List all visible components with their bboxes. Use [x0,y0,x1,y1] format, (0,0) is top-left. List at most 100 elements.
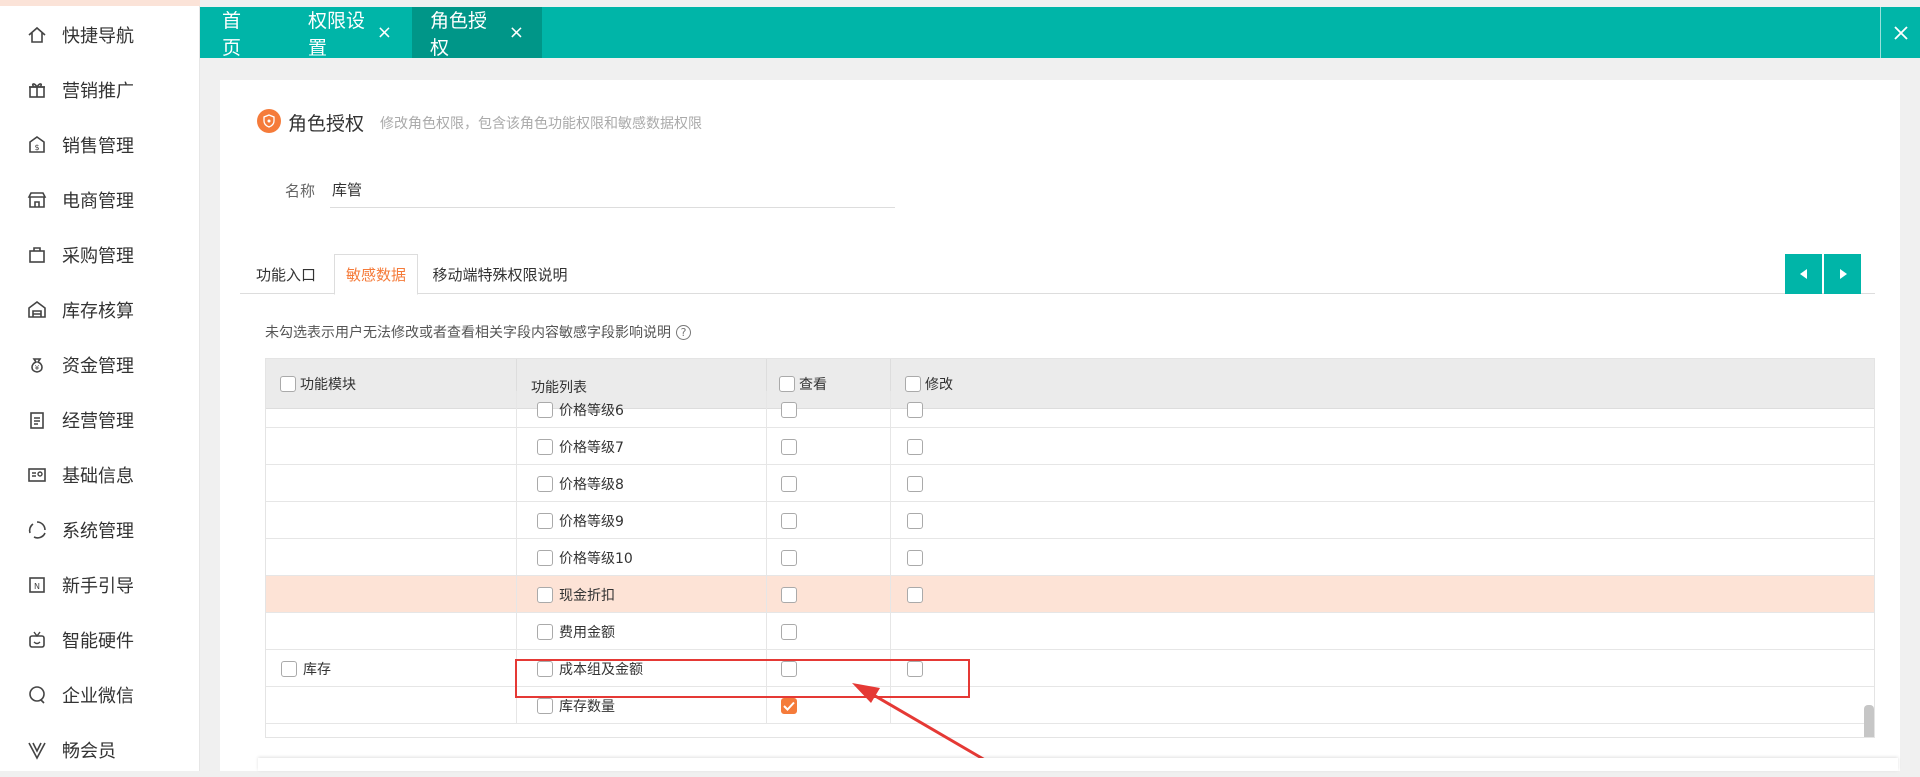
view-checkbox[interactable] [781,660,797,677]
edit-cell [890,428,1014,465]
item-checkbox[interactable] [537,586,553,603]
table-row: 价格等级6 [266,391,1874,428]
view-checkbox[interactable] [781,549,797,566]
item-name: 现金折扣 [559,587,615,604]
item-name: 价格等级10 [559,550,633,567]
sidebar-item-7[interactable]: 经营管理 [0,392,200,447]
sub-tab-bar: 功能入口 敏感数据 移动端特殊权限说明 [240,254,1875,295]
view-checkbox[interactable] [781,401,797,418]
edit-cell [890,650,1014,687]
select-all-edit-checkbox[interactable] [905,376,921,392]
sidebar-item-2[interactable]: $ 销售管理 [0,117,200,172]
sidebar-item-label: 库存核算 [62,300,134,322]
svg-text:$: $ [34,143,39,152]
edit-cell [890,539,1014,576]
sidebar-item-1[interactable]: 营销推广 [0,62,200,117]
edit-checkbox[interactable] [907,549,923,566]
module-cell: 库存 [281,650,331,687]
item-checkbox[interactable] [537,438,553,455]
bag-icon [26,244,48,266]
view-checkbox[interactable] [781,438,797,455]
select-all-view-checkbox[interactable] [779,376,795,392]
sidebar-item-4[interactable]: 采购管理 [0,227,200,282]
sidebar-item-label: 智能硬件 [62,630,134,652]
sidebar-item-label: 基础信息 [62,465,134,487]
item-checkbox[interactable] [537,401,553,418]
sidebar-item-label: 营销推广 [62,80,134,102]
item-checkbox[interactable] [537,623,553,640]
item-cell: 价格等级6 [516,391,766,428]
table-row: 费用金额 [266,613,1874,650]
table-scrollbar[interactable] [1864,705,1874,737]
sidebar-item-label: 销售管理 [62,135,134,157]
sidebar-item-10[interactable]: N 新手引导 [0,557,200,612]
view-checkbox[interactable] [781,623,797,640]
sidebar-item-8[interactable]: 基础信息 [0,447,200,502]
select-all-modules-checkbox[interactable] [280,376,296,392]
smart-device-icon [26,629,48,651]
item-cell: 价格等级8 [516,465,766,502]
edit-checkbox[interactable] [907,660,923,677]
view-checkbox[interactable] [781,586,797,603]
item-checkbox[interactable] [537,512,553,529]
tab-mobile-special-permissions[interactable]: 移动端特殊权限说明 [420,254,580,294]
item-checkbox[interactable] [537,697,553,714]
view-cell [766,539,890,576]
item-checkbox[interactable] [537,549,553,566]
edit-checkbox[interactable] [907,586,923,603]
top-tab-bar: 首页 权限设置 × 角色授权 × [200,7,1920,59]
item-name: 费用金额 [559,624,615,641]
view-checkbox[interactable] [781,512,797,529]
sidebar-item-label: 新手引导 [62,575,134,597]
edit-checkbox[interactable] [907,512,923,529]
view-checkbox[interactable] [781,697,797,714]
scroll-right-button[interactable] [1824,254,1861,294]
v-member-icon [26,739,48,761]
table-row: 库存 成本组及金额 [266,650,1874,687]
close-all-tabs-button[interactable] [1880,7,1920,58]
svg-text:N: N [34,582,40,591]
view-cell [766,428,890,465]
item-cell: 价格等级9 [516,502,766,539]
tab-home-label: 首页 [222,9,242,59]
view-checkbox[interactable] [781,475,797,492]
view-cell [766,502,890,539]
sidebar-item-13[interactable]: 畅会员 [0,722,200,777]
edit-checkbox[interactable] [907,401,923,418]
caret-left-icon [1799,269,1807,279]
tab-scroll-controls [1785,254,1861,294]
item-checkbox[interactable] [537,660,553,677]
tab-function-entry[interactable]: 功能入口 [240,254,332,294]
close-tab-icon[interactable]: × [377,22,392,43]
sidebar-item-5[interactable]: 库存核算 [0,282,200,337]
item-checkbox[interactable] [537,475,553,492]
sidebar-item-0[interactable]: 快捷导航 [0,7,200,62]
sidebar-item-label: 采购管理 [62,245,134,267]
module-name: 库存 [303,661,331,678]
view-cell [766,613,890,650]
module-checkbox[interactable] [281,660,297,677]
edit-checkbox[interactable] [907,475,923,492]
tab-sensitive-data[interactable]: 敏感数据 [334,254,418,295]
gift-icon [26,79,48,101]
tab-role-authorization[interactable]: 角色授权 × [412,7,542,59]
help-icon[interactable]: ? [676,324,691,340]
sidebar-item-9[interactable]: 系统管理 [0,502,200,557]
view-cell [766,687,890,724]
item-cell: 成本组及金额 [516,650,766,687]
sidebar-item-11[interactable]: 智能硬件 [0,612,200,667]
item-cell: 价格等级7 [516,428,766,465]
sidebar-item-3[interactable]: 电商管理 [0,172,200,227]
role-name-input[interactable] [330,171,895,208]
sidebar-item-12[interactable]: 企业微信 [0,667,200,722]
tab-permission-settings[interactable]: 权限设置 × [290,7,410,59]
shield-icon [257,109,281,133]
tab-home[interactable]: 首页 [204,7,276,59]
edit-checkbox[interactable] [907,438,923,455]
main-panel: 角色授权 修改角色权限，包含该角色功能权限和敏感数据权限 名称 功能入口 敏感数… [220,80,1900,771]
close-tab-icon[interactable]: × [509,22,524,43]
item-name: 库存数量 [559,698,615,715]
scroll-left-button[interactable] [1785,254,1822,294]
sidebar-item-6[interactable]: ¥ 资金管理 [0,337,200,392]
view-cell [766,650,890,687]
